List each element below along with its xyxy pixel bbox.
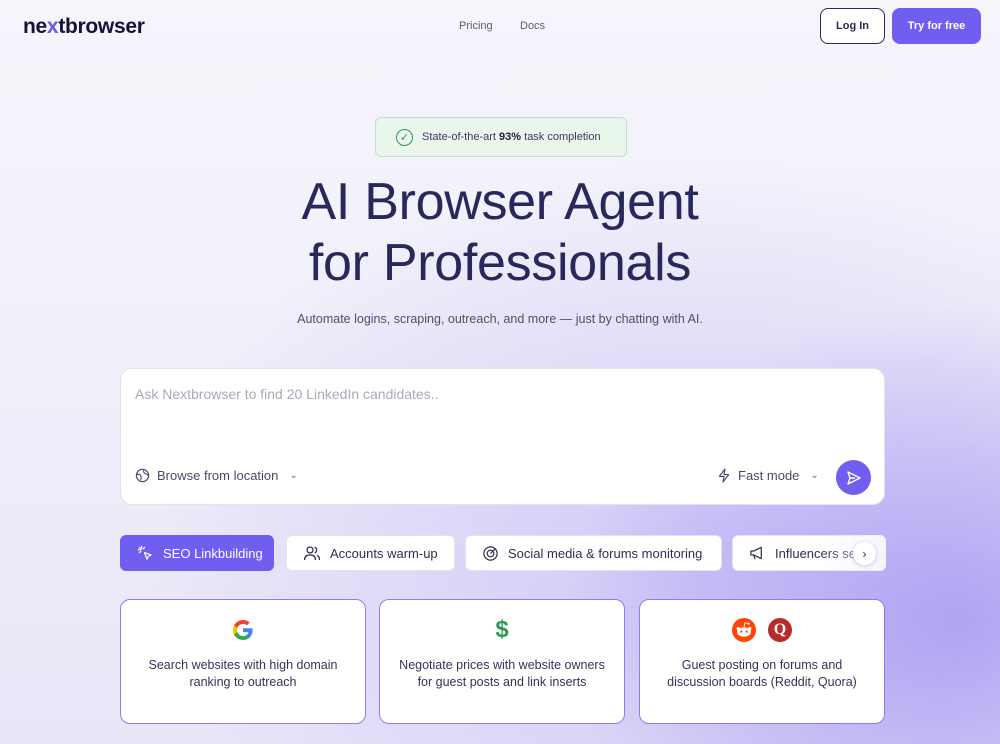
tab-social-media-monitoring[interactable]: Social media & forums monitoring [465,535,722,571]
card-description: Negotiate prices with website owners for… [399,658,605,689]
card-description: Search websites with high domain ranking… [148,658,338,689]
check-circle-icon: ✓ [396,128,413,146]
tab-seo-linkbuilding[interactable]: SEO Linkbuilding [120,535,274,571]
hero-title-line-2: for Professionals [308,234,692,292]
top-navbar: nextbrowser Pricing Docs Log In Try for … [0,0,1000,54]
feature-card-guest-posting[interactable]: Q Guest posting on forums and discussion… [639,599,885,724]
logo-text-start: ne [23,15,47,38]
chevron-down-icon: ⌄ [289,470,298,481]
tab-label: SEO Linkbuilding [163,545,263,561]
feature-card-search-websites[interactable]: Search websites with high domain ranking… [120,599,366,724]
google-icon [233,620,253,640]
tab-label: Social media & forums monitoring [508,545,703,561]
mode-selector[interactable]: Fast mode ⌄ [717,468,819,483]
megaphone-icon [750,546,762,560]
prompt-input-card[interactable]: Ask Nextbrowser to find 20 LinkedIn cand… [120,368,885,505]
feature-card-negotiate-prices[interactable]: $ Negotiate prices with website owners f… [379,599,625,724]
logo-text-end: tbrowser [58,15,145,38]
mode-label: Fast mode [738,468,800,483]
nav-link-docs[interactable]: Docs [520,20,545,32]
card-icons: $ [380,618,624,642]
card-description: Guest posting on forums and discussion b… [667,658,857,689]
send-button[interactable] [836,460,871,495]
badge-text: State-of-the-art 93% task completion [422,131,601,143]
nav-link-pricing[interactable]: Pricing [459,20,493,32]
card-icons: Q [640,618,884,642]
hero-title-line-1: AI Browser Agent [301,173,699,231]
hero-title: AI Browser Agent for Professionals [0,172,1000,294]
try-for-free-button[interactable]: Try for free [892,8,981,44]
send-icon [846,470,861,485]
chevron-down-icon: ⌄ [810,470,819,481]
chevron-right-icon: › [862,546,867,561]
quora-icon: Q [768,618,792,642]
badge-text-start: State-of-the-art [422,131,500,143]
task-completion-badge: ✓ State-of-the-art 93% task completion [375,117,627,157]
prompt-input[interactable]: Ask Nextbrowser to find 20 LinkedIn cand… [135,386,439,402]
dollar-icon: $ [495,616,509,643]
card-icons [121,618,365,642]
browse-location-selector[interactable]: Browse from location ⌄ [135,468,298,483]
lightning-icon [718,468,730,483]
radar-icon [483,545,498,561]
nextbrowser-logo[interactable]: nextbrowser [23,15,145,39]
badge-percent: 93% [499,131,522,143]
hero-subtitle: Automate logins, scraping, outreach, and… [297,312,703,326]
logo-text-x: x [46,15,59,38]
login-button[interactable]: Log In [820,8,885,44]
users-icon [303,546,321,561]
browse-location-label: Browse from location [157,468,279,483]
tab-accounts-warm-up[interactable]: Accounts warm-up [286,535,455,571]
scroll-right-button[interactable]: › [853,542,876,565]
badge-text-end: task completion [521,131,601,143]
reddit-icon [732,618,756,642]
globe-icon [135,468,150,483]
tab-label: Accounts warm-up [330,545,438,561]
cursor-click-icon [137,545,152,560]
